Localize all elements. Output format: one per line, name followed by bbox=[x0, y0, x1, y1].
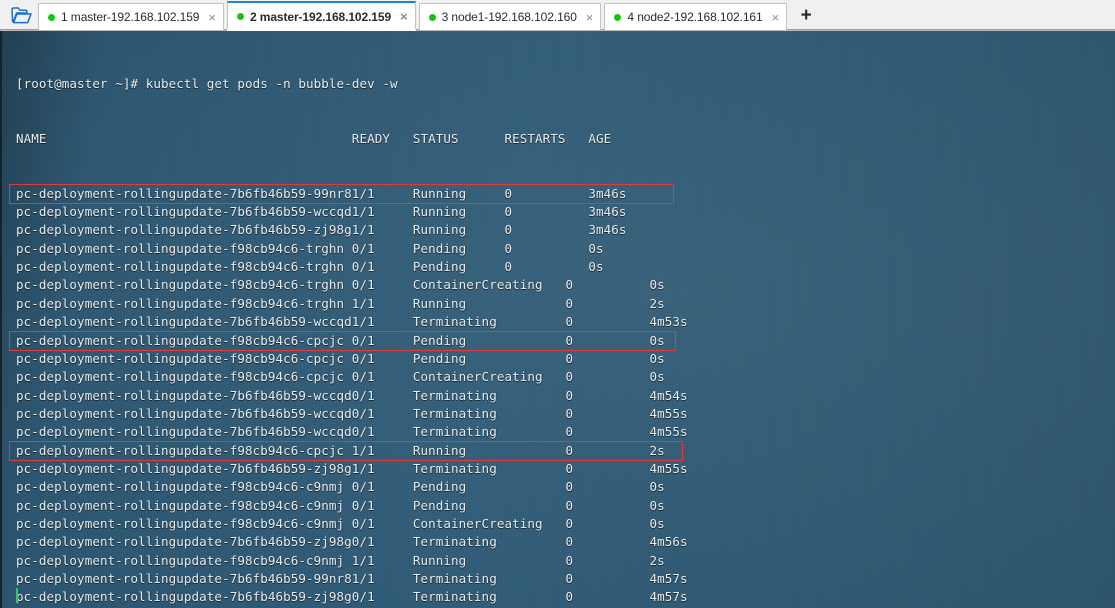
table-row: pc-deployment-rollingupdate-f98cb94c6-c9… bbox=[16, 515, 665, 531]
tab-label: 1 master-192.168.102.159 bbox=[61, 10, 200, 24]
table-row: pc-deployment-rollingupdate-f98cb94c6-c9… bbox=[16, 552, 665, 568]
new-tab-button[interactable]: + bbox=[793, 2, 819, 29]
table-row: pc-deployment-rollingupdate-f98cb94c6-tr… bbox=[16, 277, 665, 293]
table-row: pc-deployment-rollingupdate-7b6fb46b59-z… bbox=[16, 222, 627, 238]
close-icon[interactable]: × bbox=[586, 11, 594, 24]
table-header: NAME READY STATUS RESTARTS AGE bbox=[16, 130, 612, 146]
shell-command: kubectl get pods -n bubble-dev -w bbox=[145, 75, 398, 91]
table-row: pc-deployment-rollingupdate-f98cb94c6-cp… bbox=[16, 332, 665, 348]
terminal-cursor bbox=[16, 588, 18, 603]
close-icon[interactable]: × bbox=[400, 10, 408, 23]
table-row: pc-deployment-rollingupdate-f98cb94c6-c9… bbox=[16, 497, 665, 513]
table-row: pc-deployment-rollingupdate-f98cb94c6-cp… bbox=[16, 442, 665, 458]
tab-bar: 1 master-192.168.102.159 × 2 master-192.16… bbox=[0, 0, 1115, 31]
tab-status-dot-icon bbox=[614, 13, 622, 21]
table-row: pc-deployment-rollingupdate-7b6fb46b59-9… bbox=[16, 185, 627, 201]
tab-4[interactable]: 4 node2-192.168.102.161 × bbox=[604, 3, 788, 30]
tab-3[interactable]: 3 node1-192.168.102.160 × bbox=[418, 3, 602, 30]
table-row: pc-deployment-rollingupdate-7b6fb46b59-z… bbox=[16, 460, 688, 476]
terminal-screen[interactable]: [root@master ~]# kubectl get pods -n bub… bbox=[2, 31, 1115, 608]
tab-status-dot-icon bbox=[236, 13, 244, 20]
tab-label: 2 master-192.168.102.159 bbox=[249, 9, 392, 24]
table-row: pc-deployment-rollingupdate-7b6fb46b59-w… bbox=[16, 405, 688, 421]
close-icon[interactable]: × bbox=[208, 11, 216, 24]
table-row: pc-deployment-rollingupdate-7b6fb46b59-w… bbox=[16, 387, 688, 403]
table-row: pc-deployment-rollingupdate-f98cb94c6-tr… bbox=[16, 295, 665, 311]
tab-label: 4 node2-192.168.102.161 bbox=[627, 10, 763, 24]
table-row: pc-deployment-rollingupdate-7b6fb46b59-9… bbox=[16, 570, 688, 586]
tab-label: 3 node1-192.168.102.160 bbox=[441, 10, 577, 24]
table-row: pc-deployment-rollingupdate-f98cb94c6-cp… bbox=[16, 350, 665, 366]
table-row: pc-deployment-rollingupdate-f98cb94c6-tr… bbox=[16, 259, 604, 275]
pod-table-body: pc-deployment-rollingupdate-7b6fb46b59-9… bbox=[16, 185, 1115, 608]
tab-status-dot-icon bbox=[48, 13, 55, 21]
tab-1[interactable]: 1 master-192.168.102.159 × bbox=[38, 3, 224, 30]
tab-list: 1 master-192.168.102.159 × 2 master-192.16… bbox=[38, 1, 790, 31]
terminal-window[interactable]: [root@master ~]# kubectl get pods -n bub… bbox=[0, 31, 1115, 608]
folder-open-icon[interactable] bbox=[4, 1, 38, 29]
table-row: pc-deployment-rollingupdate-7b6fb46b59-w… bbox=[16, 424, 688, 440]
table-row: pc-deployment-rollingupdate-f98cb94c6-cp… bbox=[16, 369, 665, 385]
table-row: pc-deployment-rollingupdate-f98cb94c6-tr… bbox=[16, 240, 604, 256]
command-line: [root@master ~]# kubectl get pods -n bub… bbox=[16, 75, 1115, 93]
table-row: pc-deployment-rollingupdate-7b6fb46b59-w… bbox=[16, 204, 627, 220]
shell-prompt: [root@master ~]# bbox=[16, 75, 146, 91]
table-row: pc-deployment-rollingupdate-7b6fb46b59-z… bbox=[16, 534, 688, 550]
close-icon[interactable]: × bbox=[772, 11, 780, 24]
table-row: pc-deployment-rollingupdate-7b6fb46b59-w… bbox=[16, 314, 688, 330]
tab-2[interactable]: 2 master-192.168.102.159 × bbox=[226, 1, 416, 31]
table-row: pc-deployment-rollingupdate-f98cb94c6-c9… bbox=[16, 479, 665, 495]
tab-status-dot-icon bbox=[428, 13, 436, 21]
table-row: pc-deployment-rollingupdate-7b6fb46b59-z… bbox=[16, 589, 688, 605]
